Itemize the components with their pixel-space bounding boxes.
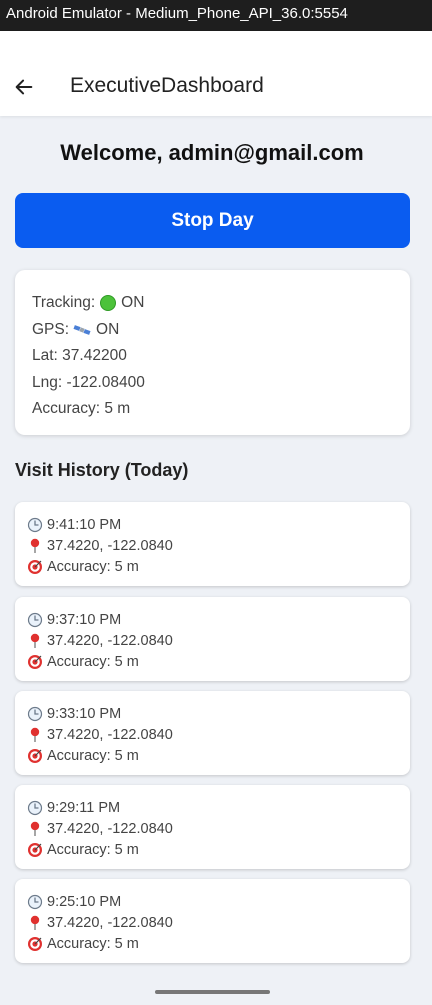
visit-history-item[interactable]: 9:25:10 PM 37.4220, -122.0840 Accuracy: … [15,879,410,963]
visit-coords-row: 37.4220, -122.0840 [26,818,410,839]
visit-coordinates: 37.4220, -122.0840 [47,914,173,931]
visit-accuracy: Accuracy: 5 m [47,653,139,670]
visit-coords-row: 37.4220, -122.0840 [26,535,410,556]
visit-coordinates: 37.4220, -122.0840 [47,537,173,554]
clock-icon [26,611,43,628]
round-pushpin-icon [26,820,43,837]
visit-coordinates: 37.4220, -122.0840 [47,726,173,743]
clock-icon [26,893,43,910]
round-pushpin-icon [26,726,43,743]
round-pushpin-icon [26,914,43,931]
visit-accuracy-row: Accuracy: 5 m [26,556,410,577]
visit-time: 9:37:10 PM [47,611,122,628]
round-pushpin-icon [26,632,43,649]
direct-hit-target-icon [26,558,43,575]
visit-history-title: Visit History (Today) [15,460,189,480]
tracking-value: ON [121,294,145,312]
visit-time-row: 9:29:11 PM [26,797,410,818]
gps-label: GPS: [32,320,70,338]
direct-hit-target-icon [26,747,43,764]
visit-time-row: 9:33:10 PM [26,703,410,724]
visit-coords-row: 37.4220, -122.0840 [26,724,410,745]
visit-time-row: 9:25:10 PM [26,891,410,912]
gesture-home-bar[interactable] [155,990,270,994]
accuracy-text: Accuracy: 5 m [32,400,131,418]
clock-icon [26,516,43,533]
back-button[interactable] [10,73,38,101]
tracking-status-card: Tracking: ON GPS: ON Lat: 37.42200 Lng: … [15,270,410,435]
green-circle-icon [100,295,117,312]
visit-history-item[interactable]: 9:33:10 PM 37.4220, -122.0840 Accuracy: … [15,691,410,775]
direct-hit-target-icon [26,653,43,670]
visit-accuracy-row: Accuracy: 5 m [26,651,410,672]
longitude-text: Lng: -122.08400 [32,373,145,391]
gps-status-row: GPS: ON [32,317,410,344]
visit-time: 9:33:10 PM [47,705,122,722]
tracking-label: Tracking: [32,294,96,312]
visit-time: 9:41:10 PM [47,516,122,533]
visit-time: 9:25:10 PM [47,893,122,910]
clock-icon [26,705,43,722]
page-title: ExecutiveDashboard [70,74,264,97]
tracking-status-row: Tracking: ON [32,290,410,317]
window-title-bar: Android Emulator - Medium_Phone_API_36.0… [0,0,432,31]
direct-hit-target-icon [26,841,43,858]
direct-hit-target-icon [26,935,43,952]
clock-icon [26,799,43,816]
satellite-icon [73,323,91,337]
visit-accuracy-row: Accuracy: 5 m [26,839,410,860]
arrow-left-icon [15,79,33,95]
visit-accuracy: Accuracy: 5 m [47,935,139,952]
welcome-heading: Welcome, admin@gmail.com [60,140,364,165]
visit-accuracy-row: Accuracy: 5 m [26,745,410,766]
app-bar: ExecutiveDashboard [0,31,432,116]
visit-coordinates: 37.4220, -122.0840 [47,820,173,837]
visit-accuracy: Accuracy: 5 m [47,558,139,575]
visit-coords-row: 37.4220, -122.0840 [26,630,410,651]
visit-time-row: 9:37:10 PM [26,609,410,630]
visit-time: 9:29:11 PM [47,799,121,816]
window-title: Android Emulator - Medium_Phone_API_36.0… [6,5,348,22]
visit-history-item[interactable]: 9:37:10 PM 37.4220, -122.0840 Accuracy: … [15,597,410,681]
visit-coords-row: 37.4220, -122.0840 [26,912,410,933]
round-pushpin-icon [26,537,43,554]
visit-accuracy: Accuracy: 5 m [47,747,139,764]
latitude-text: Lat: 37.42200 [32,347,127,365]
visit-history-item[interactable]: 9:29:11 PM 37.4220, -122.0840 Accuracy: … [15,785,410,869]
visit-time-row: 9:41:10 PM [26,514,410,535]
visit-accuracy-row: Accuracy: 5 m [26,933,410,954]
visit-coordinates: 37.4220, -122.0840 [47,632,173,649]
stop-day-button[interactable]: Stop Day [15,193,410,248]
gps-value: ON [96,320,120,338]
visit-history-item[interactable]: 9:41:10 PM 37.4220, -122.0840 Accuracy: … [15,502,410,586]
visit-accuracy: Accuracy: 5 m [47,841,139,858]
